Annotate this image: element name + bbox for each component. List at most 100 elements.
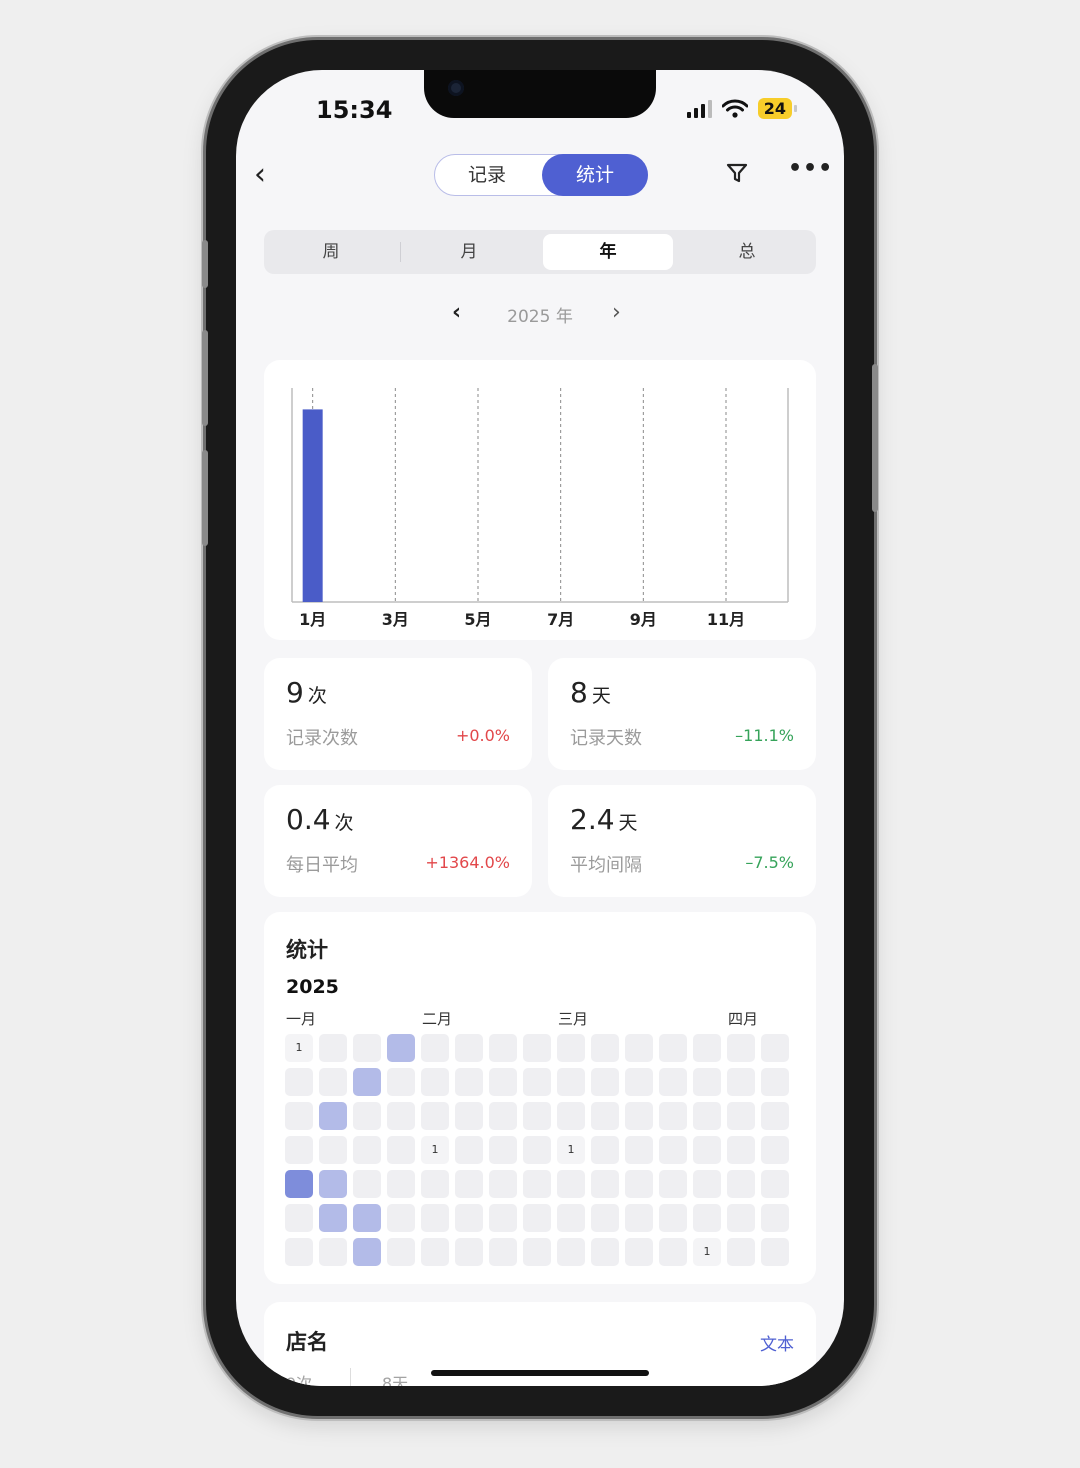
heatmap-cell: [387, 1034, 415, 1062]
heatmap-cell: [693, 1068, 721, 1096]
heatmap-cell: [319, 1034, 347, 1062]
heatmap-cell: [523, 1034, 551, 1062]
heatmap-cell: [285, 1102, 313, 1130]
back-chevron-icon[interactable]: ‹: [254, 160, 266, 190]
year-navigator: ‹ 2025 年 ›: [236, 300, 844, 330]
heatmap-cell: [387, 1136, 415, 1164]
heatmap-cell: [523, 1204, 551, 1232]
heatmap-cell: [523, 1102, 551, 1130]
monthly-bar-chart: 1月 3月 5月 7月 9月 11月: [291, 388, 789, 629]
heatmap-cell: [591, 1238, 619, 1266]
heatmap-cell: [557, 1102, 585, 1130]
tab-record[interactable]: 记录: [435, 155, 539, 195]
heatmap-cell: [625, 1102, 653, 1130]
heatmap-cell: [353, 1102, 381, 1130]
heatmap-cell: [455, 1034, 483, 1062]
stat-change: +0.0%: [455, 726, 510, 745]
heatmap-cell: [523, 1136, 551, 1164]
heatmap-cell: [285, 1136, 313, 1164]
heatmap-cell: [353, 1034, 381, 1062]
heatmap-cell: [387, 1238, 415, 1266]
heatmap-cell: [727, 1204, 755, 1232]
silent-switch: [202, 240, 208, 288]
x-tick-label: 7月: [547, 610, 574, 629]
next-year-chevron-icon[interactable]: ›: [612, 300, 621, 325]
heatmap-cell: [761, 1034, 789, 1062]
heatmap-cell: [659, 1204, 687, 1232]
stat-change: –11.1%: [735, 726, 794, 745]
stat-card-record-count: 9次 记录次数 +0.0%: [264, 658, 532, 770]
heatmap-cell: [727, 1068, 755, 1096]
heatmap-cell: 1: [421, 1136, 449, 1164]
heatmap-cell: [591, 1204, 619, 1232]
heatmap-cell: [489, 1102, 517, 1130]
x-tick-label: 1月: [299, 610, 326, 629]
heatmap-cell: [659, 1136, 687, 1164]
heatmap-cell: [693, 1034, 721, 1062]
heatmap-cell: [285, 1068, 313, 1096]
heatmap-cell: [557, 1204, 585, 1232]
heatmap-cell: [319, 1204, 347, 1232]
tab-month[interactable]: 月: [404, 234, 534, 270]
store-count: 9次: [286, 1374, 313, 1386]
heatmap-cell: [523, 1170, 551, 1198]
heatmap-cell: [455, 1102, 483, 1130]
top-nav: ‹ 记录 统计 •••: [236, 154, 844, 198]
heatmap-cell: [387, 1204, 415, 1232]
x-tick-label: 9月: [630, 610, 657, 629]
heatmap-cell: 1: [557, 1136, 585, 1164]
x-tick-label: 3月: [382, 610, 409, 629]
heatmap-cell: [625, 1204, 653, 1232]
heatmap-cell: [625, 1136, 653, 1164]
battery-indicator: 24: [757, 98, 798, 119]
heatmap-cell: [727, 1238, 755, 1266]
heatmap-cell: [353, 1068, 381, 1096]
stat-card-daily-average: 0.4 次 每日平均 +1364.0%: [264, 785, 532, 897]
heatmap-month-label: 三月: [558, 1010, 589, 1028]
heatmap-cell: [659, 1068, 687, 1096]
store-text-link[interactable]: 文本: [760, 1330, 794, 1355]
store-days: 8天: [382, 1374, 409, 1386]
stat-label: 记录次数: [286, 728, 358, 749]
wifi-icon: [721, 99, 748, 118]
heatmap-cell: [387, 1170, 415, 1198]
prev-year-chevron-icon[interactable]: ‹: [452, 300, 461, 325]
heatmap-cell: [659, 1238, 687, 1266]
x-tick-label: 5月: [464, 610, 491, 629]
heatmap-cell: [285, 1204, 313, 1232]
heatmap-cell: [319, 1238, 347, 1266]
status-icons: 24: [686, 98, 798, 119]
stat-label: 每日平均: [286, 855, 358, 876]
tab-week[interactable]: 周: [266, 234, 396, 270]
stat-label: 平均间隔: [570, 855, 642, 876]
heatmap-cell: [455, 1136, 483, 1164]
tab-stats[interactable]: 统计: [542, 154, 648, 196]
heatmap-cell: [557, 1238, 585, 1266]
heatmap-cell: [693, 1102, 721, 1130]
home-indicator[interactable]: [431, 1370, 649, 1376]
volume-up-button: [202, 330, 208, 426]
status-time: 15:34: [316, 96, 393, 124]
heatmap-cell: [285, 1170, 313, 1198]
heatmap-cell: [591, 1170, 619, 1198]
heatmap-cell: [319, 1102, 347, 1130]
stat-change: –7.5%: [745, 853, 794, 872]
screen: 15:34 24 ‹ 记录 统计 ••• 周 月 年 总 ‹ 2025 年 ›: [236, 70, 844, 1386]
heatmap-month-label: 四月: [728, 1010, 759, 1028]
heatmap-cell: [727, 1136, 755, 1164]
heatmap-cell: [387, 1068, 415, 1096]
filter-icon[interactable]: [726, 162, 748, 184]
volume-down-button: [202, 450, 208, 546]
heatmap-cell: [557, 1034, 585, 1062]
year-label: 2025 年: [507, 307, 573, 327]
heatmap-cell: [455, 1204, 483, 1232]
heatmap-cell: [761, 1136, 789, 1164]
cellular-signal-icon: [686, 99, 712, 118]
tab-total[interactable]: 总: [682, 234, 812, 270]
heatmap-cell: [659, 1102, 687, 1130]
heatmap-cell: [319, 1136, 347, 1164]
more-icon[interactable]: •••: [788, 156, 833, 181]
heatmap-title: 统计: [286, 938, 328, 962]
heatmap-cell: [761, 1068, 789, 1096]
tab-year[interactable]: 年: [543, 234, 673, 270]
